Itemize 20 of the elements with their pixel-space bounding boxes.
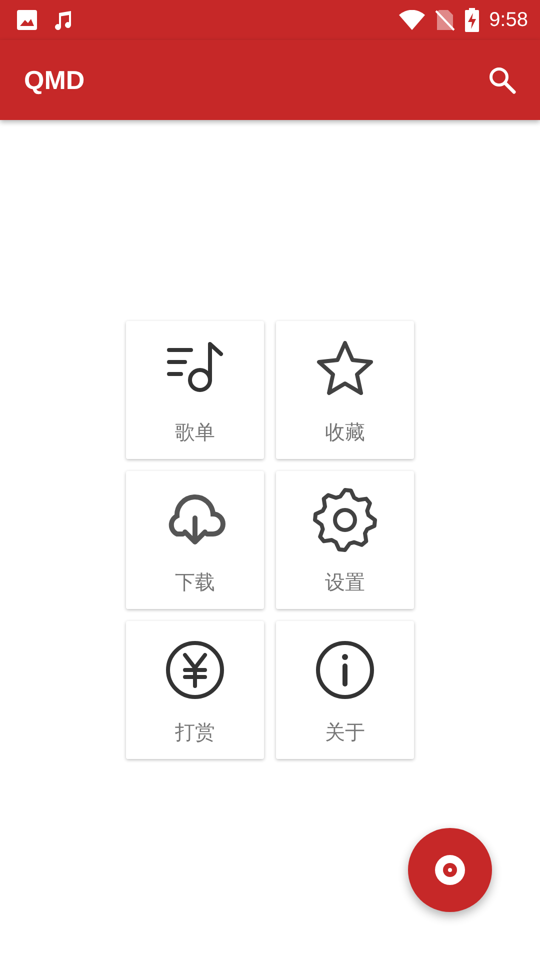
clock-time: 9:58 <box>489 8 528 32</box>
app-title: QMD <box>24 64 86 96</box>
disc-button[interactable] <box>408 828 492 912</box>
image-icon <box>17 10 37 30</box>
menu-tile[interactable]: 设置 <box>276 471 414 609</box>
menu-tile[interactable]: 收藏 <box>276 321 414 459</box>
disc-icon <box>434 854 466 886</box>
search-icon <box>488 66 516 94</box>
wifi-icon <box>399 10 426 30</box>
menu-tile[interactable]: 下载 <box>126 471 264 609</box>
menu-tile[interactable]: 关于 <box>276 621 414 759</box>
menu-tile[interactable]: 打赏 <box>126 621 264 759</box>
info-icon <box>313 638 377 702</box>
yen-coin-icon <box>163 638 227 702</box>
no-sim-icon <box>435 9 456 31</box>
gear-icon <box>313 488 377 552</box>
music-note-icon <box>53 10 73 30</box>
battery-charging-icon <box>465 8 480 32</box>
menu-tile[interactable]: 歌单 <box>126 321 264 459</box>
search-button[interactable] <box>488 66 516 94</box>
